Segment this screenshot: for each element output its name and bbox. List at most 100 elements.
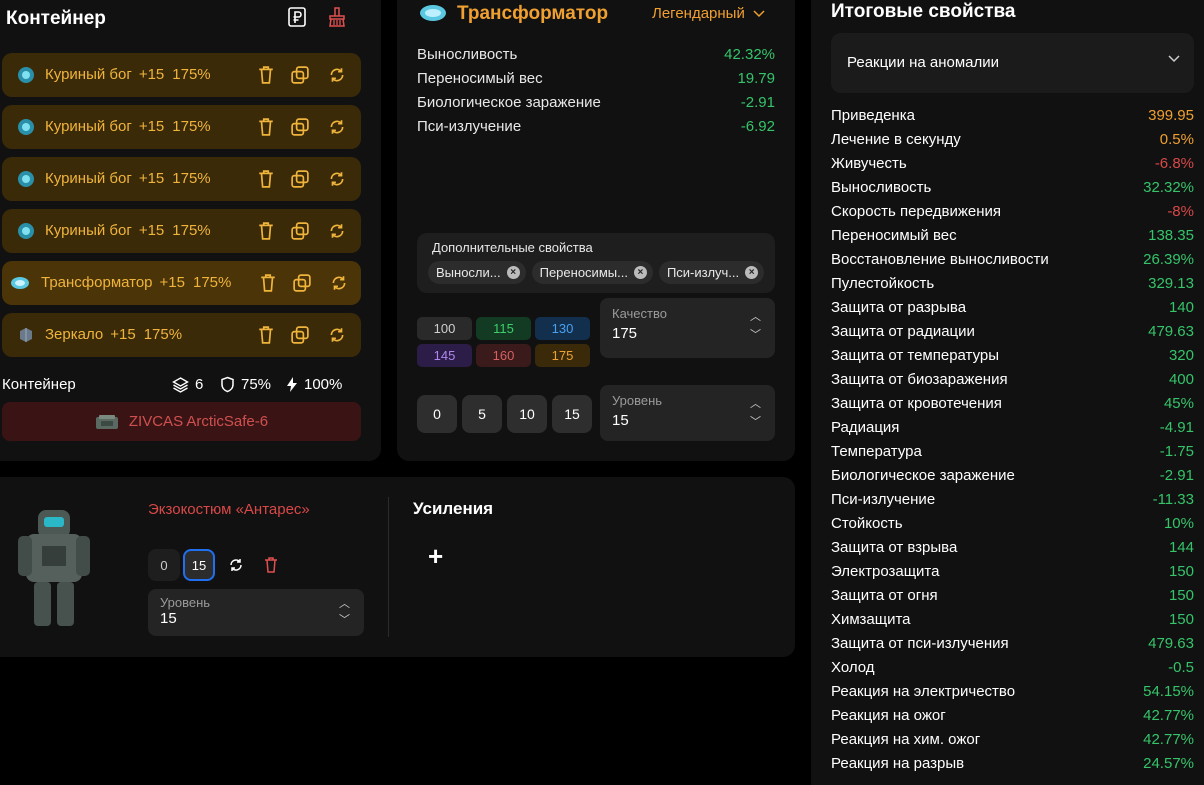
level-stepper[interactable]: Уровень 15 ︿ ﹀ xyxy=(600,385,775,441)
chicken-god-icon xyxy=(18,171,34,187)
artifact-boost: +15 xyxy=(159,274,185,291)
quality-preset-button[interactable]: 130 xyxy=(535,317,590,340)
artifact-row[interactable]: Зеркало +15 175% xyxy=(2,313,361,357)
protection-value: 75% xyxy=(241,376,272,393)
exo-level-15-button[interactable]: 15 xyxy=(183,549,215,581)
chip-label: Переносимы... xyxy=(539,265,628,280)
artifact-name: Куриный бог xyxy=(45,66,132,83)
close-icon[interactable]: × xyxy=(633,266,647,279)
property-row: Выносливость 42.32% xyxy=(417,46,775,70)
trash-icon[interactable] xyxy=(257,170,275,188)
chip-label: Пси-излуч... xyxy=(666,265,740,280)
copy-icon[interactable] xyxy=(291,66,309,84)
chevron-down-icon[interactable]: ﹀ xyxy=(750,413,761,429)
quality-preset-button[interactable]: 100 xyxy=(417,317,472,340)
copy-icon[interactable] xyxy=(291,118,309,136)
trash-icon[interactable] xyxy=(257,66,275,84)
artifact-panel: Трансформатор Легендарный Выносливость 42… xyxy=(397,0,795,461)
artifact-row-text: Куриный бог +15 175% xyxy=(45,66,211,83)
total-name: Защита от кровотечения xyxy=(831,395,1002,412)
divider xyxy=(388,497,389,637)
reset-icon[interactable] xyxy=(328,222,346,240)
total-value: 42.77% xyxy=(1143,731,1194,748)
close-icon[interactable]: × xyxy=(506,266,520,279)
chevron-up-icon[interactable]: ︿ xyxy=(339,595,350,611)
artifact-row-text: Куриный бог +15 175% xyxy=(45,118,211,135)
artifact-row[interactable]: Куриный бог +15 175% xyxy=(2,105,361,149)
artifact-boost: +15 xyxy=(138,118,165,135)
reset-icon[interactable] xyxy=(328,118,346,136)
total-value: -0.5 xyxy=(1168,659,1194,676)
copy-icon[interactable] xyxy=(291,222,309,240)
artifact-row[interactable]: Куриный бог +15 175% xyxy=(2,53,361,97)
total-row: Восстановление выносливости 26.39% xyxy=(831,251,1194,275)
reset-icon[interactable] xyxy=(328,170,346,188)
artifact-row[interactable]: Куриный бог +15 175% xyxy=(2,157,361,201)
artifact-row[interactable]: Куриный бог +15 175% xyxy=(2,209,361,253)
quality-stepper[interactable]: Качество 175 ︿ ﹀ xyxy=(600,298,775,358)
total-value: 150 xyxy=(1168,587,1194,604)
close-icon[interactable]: × xyxy=(745,266,759,279)
add-boost-button[interactable]: + xyxy=(428,541,443,572)
total-row: Выносливость 32.32% xyxy=(831,179,1194,203)
property-chip[interactable]: Выносли... × xyxy=(428,261,526,284)
reset-icon[interactable] xyxy=(328,326,346,344)
artifact-title: Трансформатор xyxy=(457,3,609,24)
total-name: Скорость передвижения xyxy=(831,203,1002,220)
reset-icon[interactable] xyxy=(228,557,244,573)
quality-preset-button[interactable]: 160 xyxy=(476,344,531,367)
artifact-boost: +15 xyxy=(138,170,165,187)
total-row: Радиация -4.91 xyxy=(831,419,1194,443)
broom-icon[interactable] xyxy=(326,6,348,28)
quality-presets: 100 115 130 145 160 175 xyxy=(417,317,592,367)
total-value: 54.15% xyxy=(1143,683,1194,700)
copy-icon[interactable] xyxy=(291,170,309,188)
artifact-boost: +15 xyxy=(138,66,165,83)
exo-level-label: Уровень xyxy=(160,595,211,610)
total-name: Выносливость xyxy=(831,179,932,196)
artifact-boost: +15 xyxy=(110,326,136,343)
property-chip[interactable]: Переносимы... × xyxy=(531,261,653,284)
copy-icon[interactable] xyxy=(291,326,309,344)
reset-icon[interactable] xyxy=(328,66,346,84)
artifact-quality: 175% xyxy=(192,274,232,291)
chicken-god-icon xyxy=(18,67,34,83)
chevron-down-icon[interactable]: ﹀ xyxy=(339,611,350,627)
quality-preset-button[interactable]: 175 xyxy=(535,344,590,367)
property-chip[interactable]: Пси-излуч... × xyxy=(658,261,765,284)
totals-filter-dropdown[interactable]: Реакции на аномалии xyxy=(831,33,1194,93)
rarity-select[interactable]: Легендарный xyxy=(652,5,765,22)
exosuit-name: Экзокостюм «Антарес» xyxy=(148,501,310,518)
trash-icon[interactable] xyxy=(264,557,278,573)
level-preset-button[interactable]: 0 xyxy=(417,395,457,433)
exo-level-0-button[interactable]: 0 xyxy=(148,549,180,581)
total-name: Лечение в секунду xyxy=(831,131,961,148)
lightning-icon xyxy=(287,377,297,392)
trash-icon[interactable] xyxy=(257,222,275,240)
total-row: Защита от взрыва 144 xyxy=(831,539,1194,563)
chevron-up-icon[interactable]: ︿ xyxy=(750,395,761,411)
container-model-button[interactable]: ZIVCAS ArcticSafe-6 xyxy=(2,402,361,441)
copy-icon[interactable] xyxy=(293,274,311,292)
artifact-quality: 175% xyxy=(172,222,211,239)
total-name: Восстановление выносливости xyxy=(831,251,1049,268)
trash-icon[interactable] xyxy=(257,326,275,344)
level-preset-button[interactable]: 5 xyxy=(462,395,502,433)
trash-icon[interactable] xyxy=(259,274,277,292)
total-name: Живучесть xyxy=(831,155,907,172)
trash-icon[interactable] xyxy=(257,118,275,136)
total-value: -11.33 xyxy=(1152,491,1194,508)
chevron-down-icon[interactable]: ﹀ xyxy=(750,326,761,342)
quality-preset-button[interactable]: 145 xyxy=(417,344,472,367)
exo-level-stepper[interactable]: Уровень 15 ︿ ﹀ xyxy=(148,589,364,636)
level-preset-button[interactable]: 15 xyxy=(552,395,592,433)
quality-preset-button[interactable]: 115 xyxy=(476,317,531,340)
level-preset-button[interactable]: 10 xyxy=(507,395,547,433)
chevron-up-icon[interactable]: ︿ xyxy=(750,308,761,324)
reset-icon[interactable] xyxy=(330,274,348,292)
level-label: Уровень xyxy=(612,393,663,408)
ruble-icon[interactable] xyxy=(286,6,308,28)
artifact-row[interactable]: Трансформатор +15 175% xyxy=(2,261,361,305)
total-value: 42.77% xyxy=(1143,707,1194,724)
total-row: Защита от биозаражения 400 xyxy=(831,371,1194,395)
